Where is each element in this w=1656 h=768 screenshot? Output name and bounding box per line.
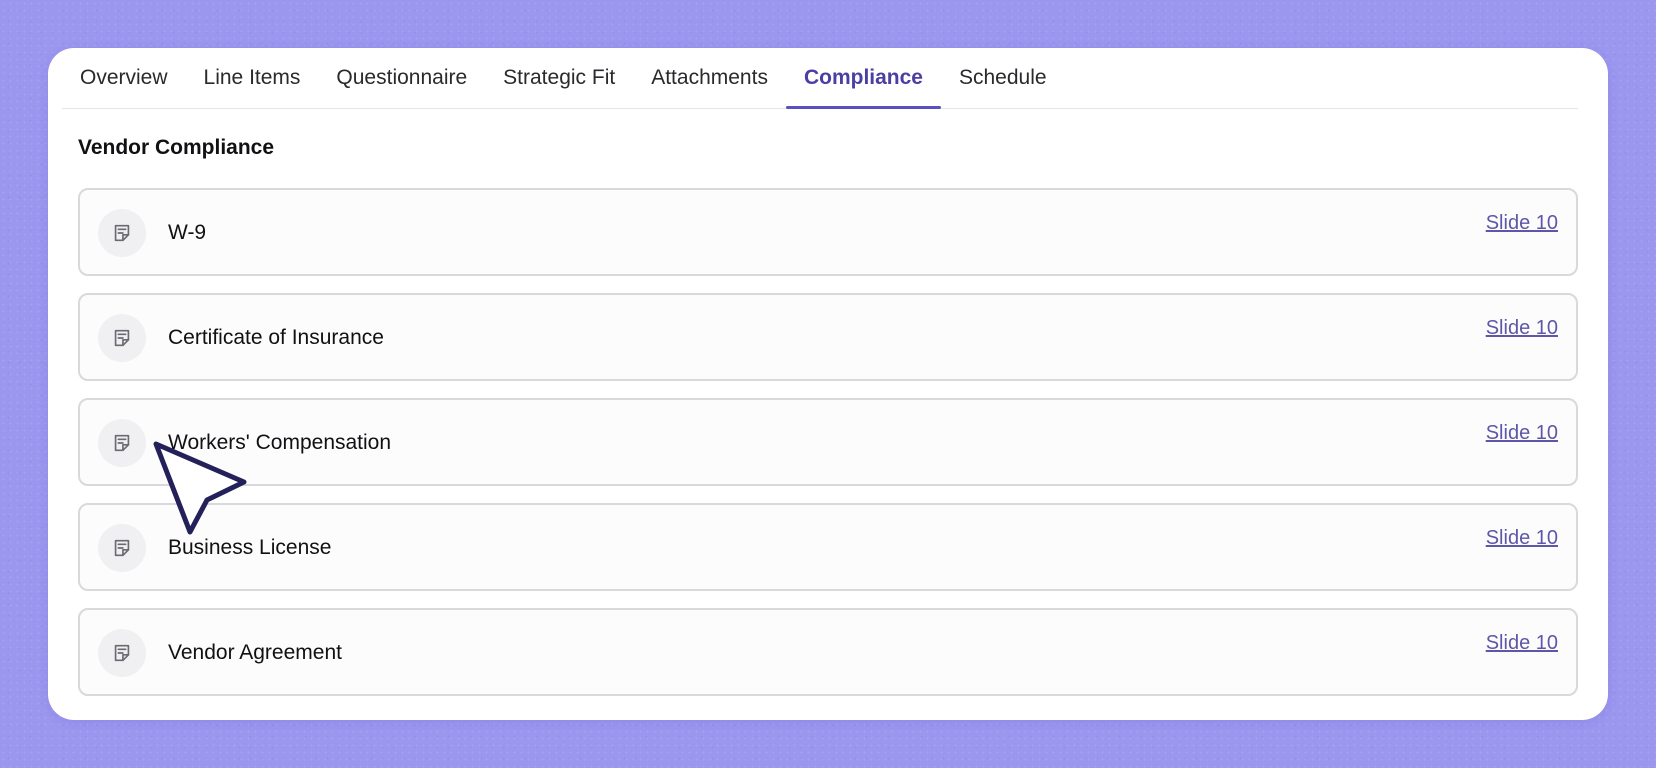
list-item[interactable]: Certificate of Insurance Slide 10: [78, 293, 1578, 381]
slide-link[interactable]: Slide 10: [1486, 317, 1558, 340]
compliance-panel: Overview Line Items Questionnaire Strate…: [48, 48, 1608, 720]
tab-strategic-fit[interactable]: Strategic Fit: [485, 48, 633, 108]
tab-compliance[interactable]: Compliance: [785, 48, 942, 109]
list-item[interactable]: Business License Slide 10: [78, 503, 1578, 591]
tab-overview[interactable]: Overview: [62, 48, 186, 108]
section-title: Vendor Compliance: [78, 136, 275, 159]
tab-line-items[interactable]: Line Items: [186, 48, 319, 108]
list-item[interactable]: Vendor Agreement Slide 10: [78, 608, 1578, 696]
tab-bar: Overview Line Items Questionnaire Strate…: [62, 48, 1578, 109]
list-item-title: Certificate of Insurance: [168, 326, 384, 349]
compliance-list: W-9 Slide 10 Certificate of Insurance Sl…: [78, 188, 1578, 713]
document-icon: [98, 419, 146, 467]
slide-link[interactable]: Slide 10: [1486, 527, 1558, 550]
slide-link[interactable]: Slide 10: [1486, 212, 1558, 235]
document-icon: [98, 524, 146, 572]
list-item[interactable]: Workers' Compensation Slide 10: [78, 398, 1578, 486]
list-item-title: W-9: [168, 221, 207, 244]
list-item-title: Vendor Agreement: [168, 641, 342, 664]
document-icon: [98, 629, 146, 677]
list-item-title: Workers' Compensation: [168, 431, 392, 454]
tab-questionnaire[interactable]: Questionnaire: [318, 48, 485, 108]
document-icon: [98, 209, 146, 257]
slide-link[interactable]: Slide 10: [1486, 422, 1558, 445]
tab-schedule[interactable]: Schedule: [941, 48, 1065, 108]
list-item-title: Business License: [168, 536, 332, 559]
tab-attachments[interactable]: Attachments: [633, 48, 786, 108]
slide-link[interactable]: Slide 10: [1486, 632, 1558, 655]
list-item[interactable]: W-9 Slide 10: [78, 188, 1578, 276]
document-icon: [98, 314, 146, 362]
